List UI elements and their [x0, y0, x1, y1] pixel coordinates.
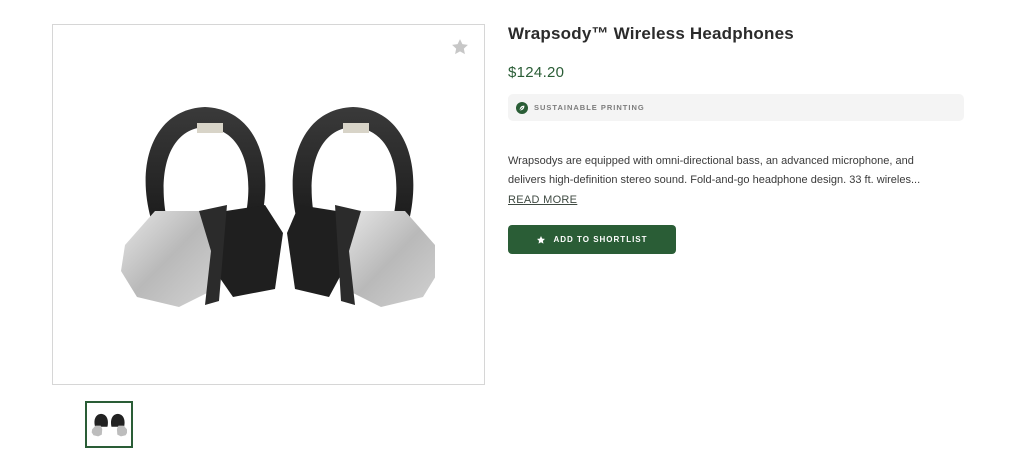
- star-icon: [536, 235, 546, 245]
- headphones-thumbnail: [91, 413, 127, 436]
- product-image-frame: [52, 24, 485, 385]
- shortlist-label: ADD TO SHORTLIST: [553, 235, 648, 244]
- description-line: Wrapsodys are equipped with omni-directi…: [508, 155, 914, 167]
- thumbnail-image[interactable]: [85, 401, 133, 448]
- favorite-button[interactable]: [450, 37, 470, 57]
- product-title: Wrapsody™ Wireless Headphones: [508, 24, 794, 43]
- product-page: Wrapsody™ Wireless Headphones $124.20 SU…: [0, 0, 1024, 456]
- headphones-image: [121, 107, 435, 307]
- product-price: $124.20: [508, 64, 565, 81]
- description-line: delivers high-definition stereo sound. F…: [508, 174, 921, 186]
- badge-label: SUSTAINABLE PRINTING: [534, 103, 645, 112]
- star-icon: [452, 39, 468, 55]
- read-more-link[interactable]: READ MORE: [508, 192, 577, 208]
- product-details: Wrapsody™ Wireless Headphones $124.20 SU…: [508, 22, 964, 254]
- add-to-shortlist-button[interactable]: ADD TO SHORTLIST: [508, 225, 676, 254]
- product-description: Wrapsodys are equipped with omni-directi…: [508, 152, 964, 190]
- sustainable-printing-badge: SUSTAINABLE PRINTING: [508, 94, 964, 121]
- leaf-icon: [516, 101, 528, 114]
